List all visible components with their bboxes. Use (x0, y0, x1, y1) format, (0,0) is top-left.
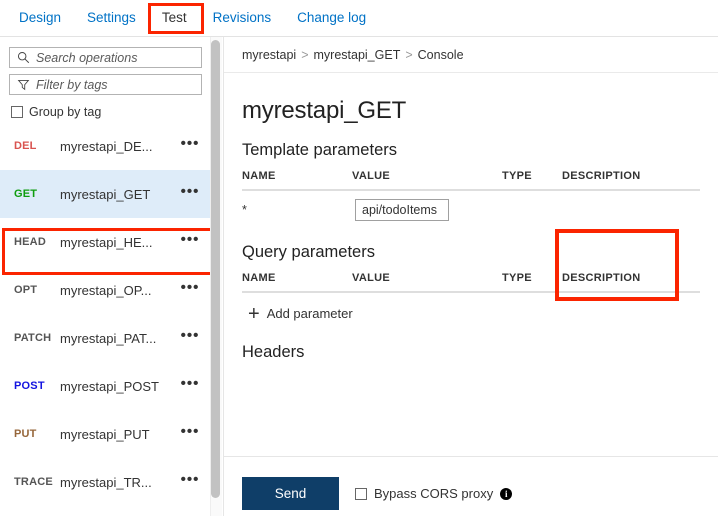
operation-row-head[interactable]: HEAD myrestapi_HE... ••• (0, 218, 211, 266)
operation-name-label: myrestapi_HE... (60, 234, 153, 250)
operation-row-del[interactable]: DEL myrestapi_DE... ••• (0, 122, 211, 170)
operation-name-label: myrestapi_GET (60, 186, 151, 202)
add-parameter-label: Add parameter (266, 306, 353, 321)
column-header-description: DESCRIPTION (562, 170, 700, 191)
param-name-cell: * (242, 203, 247, 217)
operation-row-patch[interactable]: PATCH myrestapi_PAT... ••• (0, 314, 211, 362)
breadcrumb-item[interactable]: myrestapi (242, 48, 296, 62)
operation-method-label: HEAD (14, 236, 46, 248)
bypass-cors-label: Bypass CORS proxy (374, 486, 494, 501)
breadcrumb-separator: > (405, 47, 413, 62)
operation-context-menu-icon[interactable]: ••• (177, 184, 203, 199)
group-by-tag-checkbox[interactable] (11, 106, 23, 118)
query-parameters-table: NAME VALUE TYPE DESCRIPTION (242, 272, 700, 293)
top-tabbar: Design Settings Test Revisions Change log (0, 0, 718, 37)
operation-row-put[interactable]: PUT myrestapi_PUT ••• (0, 410, 211, 458)
info-icon[interactable]: i (500, 487, 513, 500)
operation-method-label: GET (14, 188, 38, 200)
tab-settings[interactable]: Settings (74, 0, 149, 36)
param-value-cell: api/todoItems (352, 190, 502, 221)
operation-context-menu-icon[interactable]: ••• (177, 232, 203, 247)
operation-name-label: myrestapi_DE... (60, 138, 153, 154)
operation-row-post[interactable]: POST myrestapi_POST ••• (0, 362, 211, 410)
param-type-cell (502, 190, 562, 221)
column-header-description: DESCRIPTION (562, 272, 700, 293)
sidebar-filters: Search operations Filter by tags (0, 37, 211, 95)
sidebar-scrollbar-thumb[interactable] (211, 40, 220, 498)
footer-divider (224, 456, 718, 457)
operation-row-trace[interactable]: TRACE myrestapi_TR... ••• (0, 458, 211, 506)
send-button[interactable]: Send (242, 477, 339, 510)
column-header-type: TYPE (502, 272, 562, 293)
operation-context-menu-icon[interactable]: ••• (177, 280, 203, 295)
operation-name-label: myrestapi_POST (60, 378, 159, 394)
operation-method-label: OPT (14, 284, 38, 296)
tab-change-log[interactable]: Change log (284, 0, 379, 36)
operation-method-label: DEL (14, 140, 37, 152)
column-header-type: TYPE (502, 170, 562, 191)
operation-name-label: myrestapi_TR... (60, 474, 152, 490)
operation-context-menu-icon[interactable]: ••• (177, 328, 203, 343)
operations-sidebar: Search operations Filter by tags Group b… (0, 37, 211, 516)
tab-design[interactable]: Design (6, 0, 74, 36)
add-parameter-button[interactable]: + Add parameter (242, 302, 700, 325)
operation-method-label: PUT (14, 428, 37, 440)
tab-test[interactable]: Test (149, 0, 200, 36)
table-header-row: NAME VALUE TYPE DESCRIPTION (242, 170, 700, 191)
breadcrumb-item[interactable]: myrestapi_GET (314, 48, 401, 62)
operation-method-label: PATCH (14, 332, 52, 344)
operation-method-label: TRACE (14, 476, 53, 488)
column-header-value: VALUE (352, 272, 502, 293)
column-header-name: NAME (242, 272, 352, 293)
bypass-cors-row[interactable]: Bypass CORS proxy i (355, 486, 513, 501)
operation-name-label: myrestapi_OP... (60, 282, 152, 298)
filter-by-tags-input[interactable]: Filter by tags (9, 74, 202, 95)
breadcrumb-separator: > (301, 47, 309, 62)
column-header-name: NAME (242, 170, 352, 191)
operation-row-opt[interactable]: OPT myrestapi_OP... ••• (0, 266, 211, 314)
breadcrumb-item[interactable]: Console (418, 48, 464, 62)
operation-context-menu-icon[interactable]: ••• (177, 472, 203, 487)
search-input[interactable]: Search operations (9, 47, 202, 68)
console-footer: Send Bypass CORS proxy i (242, 477, 513, 510)
headers-heading: Headers (242, 343, 305, 361)
table-header-row: NAME VALUE TYPE DESCRIPTION (242, 272, 700, 293)
operation-context-menu-icon[interactable]: ••• (177, 136, 203, 151)
filter-icon (10, 78, 36, 91)
search-placeholder: Search operations (36, 50, 138, 65)
column-header-value: VALUE (352, 170, 502, 191)
bypass-cors-checkbox[interactable] (355, 487, 367, 500)
app-root: Design Settings Test Revisions Change log Se… (0, 0, 718, 516)
operation-context-menu-icon[interactable]: ••• (177, 376, 203, 391)
plus-icon: + (248, 302, 260, 325)
console-body: myrestapi_GET Template parameters NAME V… (224, 97, 718, 362)
operation-row-get[interactable]: GET myrestapi_GET ••• (0, 170, 211, 218)
template-parameters-heading: Template parameters (242, 141, 397, 159)
operation-context-menu-icon[interactable]: ••• (177, 424, 203, 439)
breadcrumb: myrestapi > myrestapi_GET > Console (224, 37, 718, 73)
template-parameters-table: NAME VALUE TYPE DESCRIPTION * api/todoIt… (242, 170, 700, 221)
search-icon (10, 51, 36, 64)
page-title: myrestapi_GET (242, 97, 407, 124)
table-row: * api/todoItems (242, 190, 700, 221)
query-parameters-heading: Query parameters (242, 243, 375, 261)
group-by-tag-label: Group by tag (29, 105, 102, 119)
filter-placeholder: Filter by tags (36, 77, 108, 92)
operation-method-label: POST (14, 380, 45, 392)
operation-name-label: myrestapi_PAT... (60, 330, 157, 346)
operation-name-label: myrestapi_PUT (60, 426, 150, 442)
group-by-tag-row[interactable]: Group by tag (0, 101, 211, 119)
param-description-cell (562, 190, 700, 221)
operations-list[interactable]: DEL myrestapi_DE... ••• GET myrestapi_GET •••… (0, 122, 211, 516)
template-param-value-input[interactable]: api/todoItems (355, 199, 449, 221)
console-content: myrestapi > myrestapi_GET > Console myrestap… (224, 37, 718, 516)
tab-revisions[interactable]: Revisions (200, 0, 285, 36)
